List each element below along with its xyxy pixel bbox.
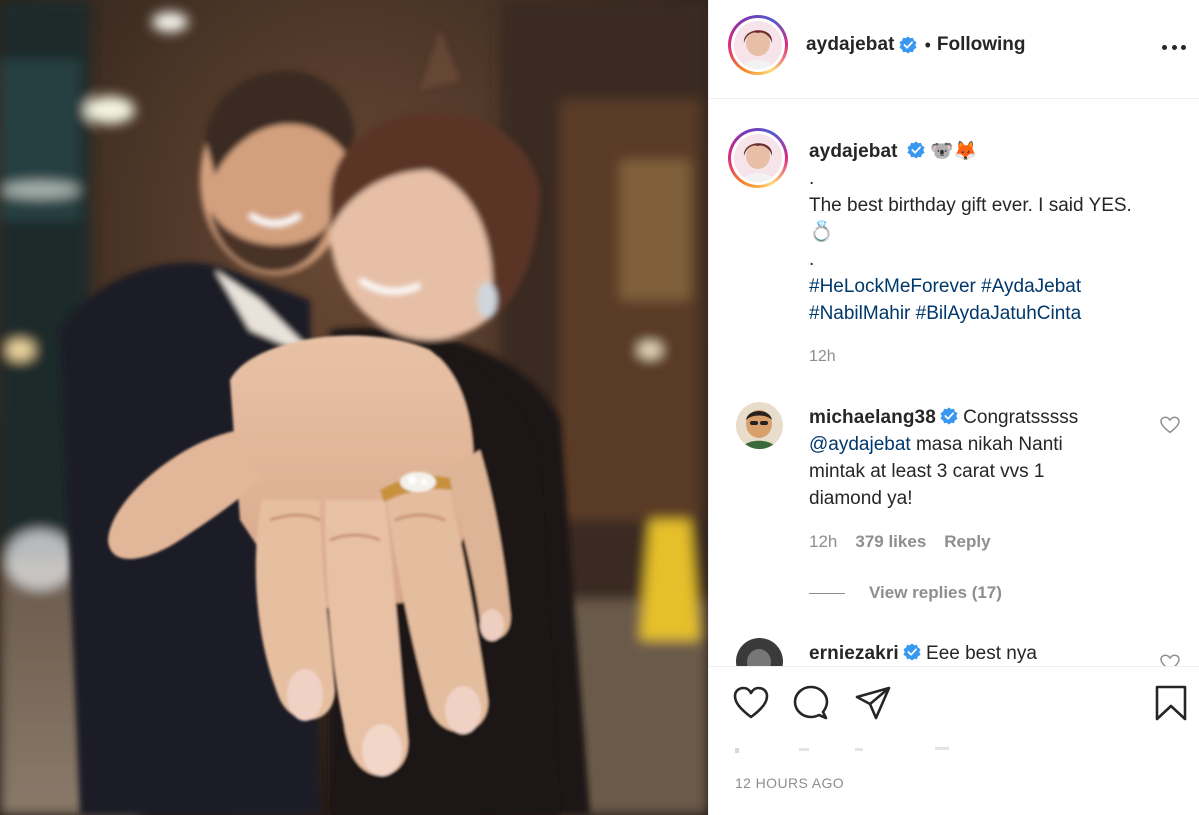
comment-like-heart-icon[interactable]	[1160, 416, 1180, 434]
caption-line: The best birthday gift ever. I said YES.	[809, 195, 1132, 216]
following-button[interactable]: Following	[937, 34, 1026, 56]
commenter-username[interactable]: michaelang38	[809, 407, 936, 428]
post-photo[interactable]	[0, 0, 708, 815]
comment-text-part: diamond ya!	[809, 488, 913, 509]
comment-like-heart-icon[interactable]	[1160, 654, 1180, 666]
author-info: aydajebat • Following	[806, 34, 1026, 56]
caption-line: .	[809, 168, 815, 189]
verified-badge-icon	[899, 36, 917, 54]
author-avatar-image	[734, 21, 782, 69]
commenter-avatar-image	[736, 638, 783, 666]
bookmark-icon[interactable]	[1153, 685, 1189, 721]
view-replies-label: View replies (17)	[869, 583, 1002, 602]
caption-avatar-image	[734, 134, 782, 182]
caption-emojis: 🐨🦊	[930, 141, 978, 162]
comment-icon[interactable]	[793, 685, 829, 721]
heart-icon[interactable]	[733, 685, 769, 721]
engagement-photo	[0, 0, 708, 815]
caption-line: .	[809, 249, 815, 270]
view-replies-button[interactable]: View replies (17)	[809, 583, 1002, 603]
faded-text-remnant	[735, 747, 949, 753]
comment-time[interactable]: 12h	[809, 532, 837, 552]
caption-hashtags[interactable]: #HeLockMeForever #AydaJebat	[809, 273, 1179, 300]
commenter-avatar[interactable]	[736, 402, 783, 449]
comment-text-part: masa nikah Nanti	[910, 434, 1063, 455]
post-header: aydajebat • Following	[709, 0, 1199, 99]
comment-meta: 12h 379 likes Reply	[809, 532, 991, 552]
post-actions-bar: 12 HOURS AGO	[709, 666, 1199, 815]
commenter-avatar[interactable]	[736, 638, 783, 666]
verified-badge-icon	[940, 407, 958, 425]
author-username[interactable]: aydajebat	[806, 34, 895, 56]
more-options-icon[interactable]	[1162, 37, 1186, 57]
comment-text: erniezakri Eee best nya	[809, 640, 1149, 666]
verified-badge-icon	[903, 643, 921, 661]
post-details-panel: aydajebat • Following aydajebat 🐨🦊 . The…	[708, 0, 1199, 815]
comment-text-part: Eee best nya	[926, 643, 1037, 664]
comment-text-part: mintak at least 3 carat vvs 1	[809, 461, 1045, 482]
caption-text: aydajebat 🐨🦊 . The best birthday gift ev…	[809, 138, 1179, 370]
post-timestamp[interactable]: 12 HOURS AGO	[735, 775, 844, 791]
reply-button[interactable]: Reply	[944, 532, 990, 552]
share-icon[interactable]	[855, 685, 891, 721]
comment-text-part: Congratsssss	[963, 407, 1079, 428]
caption-username[interactable]: aydajebat	[809, 141, 898, 162]
separator-dot: •	[924, 34, 931, 55]
verified-badge-icon	[907, 141, 925, 159]
comment-mention[interactable]: @aydajebat	[809, 434, 911, 455]
caption-time[interactable]: 12h	[809, 343, 1179, 370]
commenter-username[interactable]: erniezakri	[809, 643, 899, 664]
author-avatar[interactable]	[728, 15, 788, 75]
ring-emoji: 💍	[809, 221, 834, 243]
caption-avatar[interactable]	[728, 128, 788, 188]
comment-text: michaelang38 Congratsssss @aydajebat mas…	[809, 404, 1149, 512]
comments-list[interactable]: aydajebat 🐨🦊 . The best birthday gift ev…	[709, 100, 1199, 666]
likes-summary-faded	[735, 741, 985, 757]
commenter-avatar-image	[736, 402, 783, 449]
replies-divider-line	[809, 592, 845, 594]
caption-hashtags[interactable]: #NabilMahir #BilAydaJatuhCinta	[809, 300, 1179, 327]
comment-likes[interactable]: 379 likes	[855, 532, 926, 552]
